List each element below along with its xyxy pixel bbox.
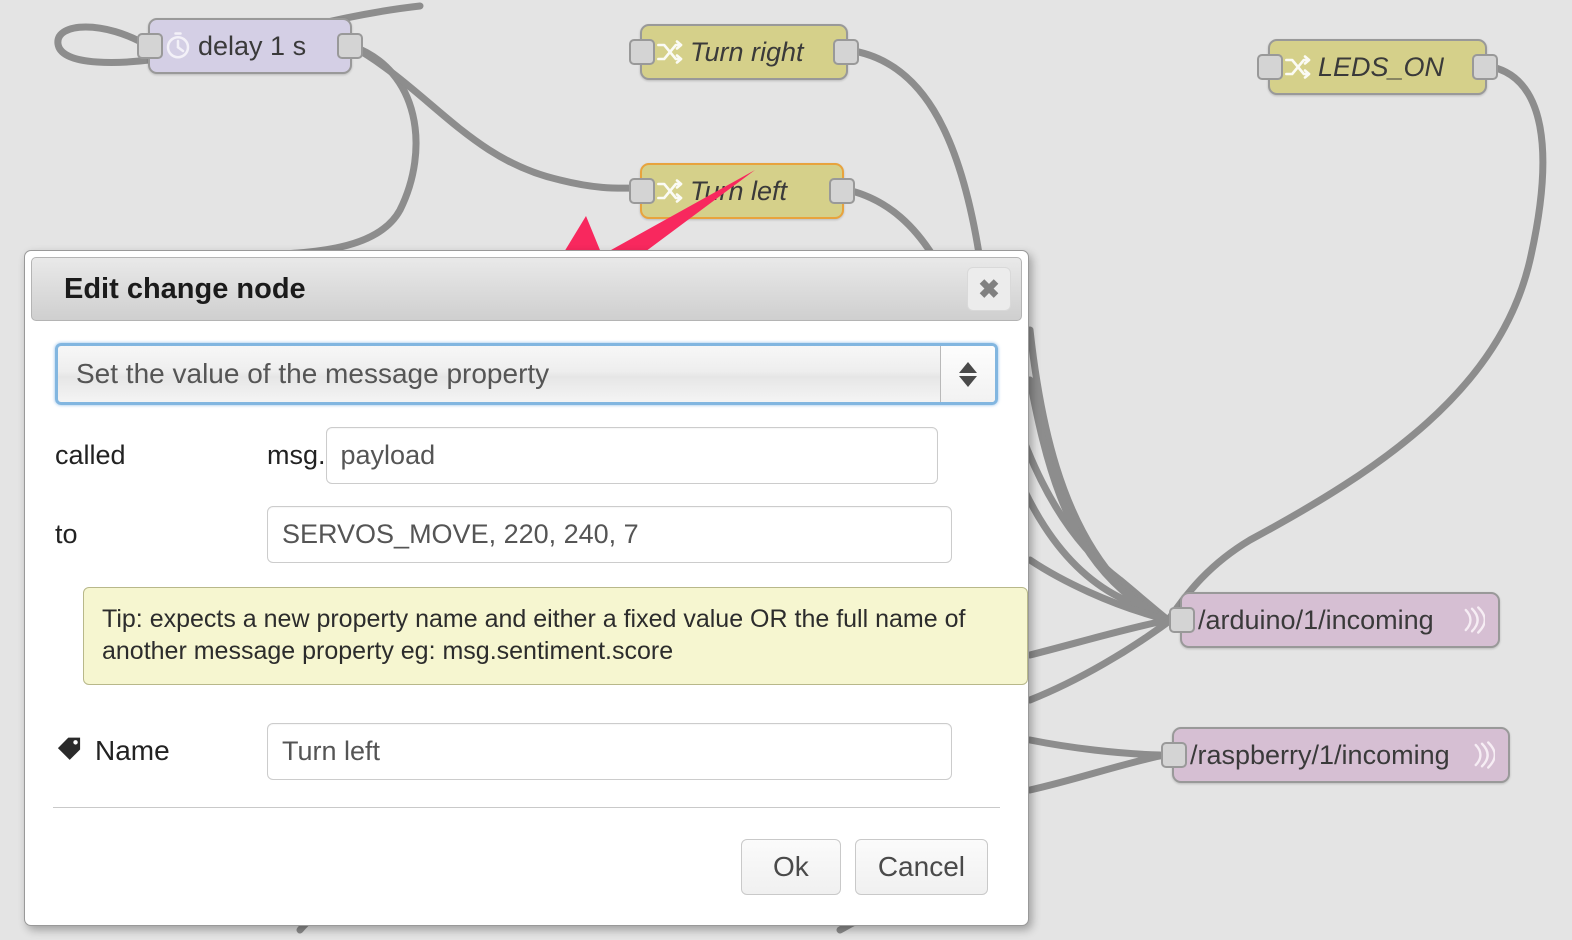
broadcast-icon xyxy=(1462,740,1502,770)
tip-box: Tip: expects a new property name and eit… xyxy=(83,587,1028,685)
node-input-port[interactable] xyxy=(629,178,655,204)
node-output-port[interactable] xyxy=(833,39,859,65)
node-label: LEDS_ON xyxy=(1318,51,1445,82)
to-value-input[interactable] xyxy=(267,506,952,563)
node-input-port[interactable] xyxy=(629,39,655,65)
timer-icon xyxy=(158,31,198,61)
node-red-editor: delay 1 s Turn right Turn left LEDS_ON /… xyxy=(0,0,1572,940)
rule-type-select[interactable]: Set the value of the message property xyxy=(55,343,998,405)
ok-button[interactable]: Ok xyxy=(740,838,841,895)
node-turn-right[interactable]: Turn right xyxy=(629,24,859,80)
node-label: /raspberry/1/incoming xyxy=(1190,739,1450,770)
node-input-port[interactable] xyxy=(1161,742,1187,768)
name-row: Name xyxy=(55,722,998,780)
node-input-port[interactable] xyxy=(137,33,163,59)
close-icon[interactable]: ✖ xyxy=(967,267,1011,311)
node-delay[interactable]: delay 1 s xyxy=(137,18,363,74)
msg-prefix-label: msg. xyxy=(267,440,326,470)
cancel-button[interactable]: Cancel xyxy=(854,838,988,895)
node-input-port[interactable] xyxy=(1169,607,1195,633)
chevron-down-icon xyxy=(959,375,977,387)
chevron-up-icon xyxy=(959,361,977,373)
broadcast-icon xyxy=(1452,605,1492,635)
to-row: to xyxy=(55,506,998,563)
node-label: Turn right xyxy=(690,36,804,67)
node-label: delay 1 s xyxy=(198,30,307,61)
node-label: Turn left xyxy=(690,175,788,206)
dialog-header: Edit change node ✖ xyxy=(31,257,1022,321)
dialog-title: Edit change node xyxy=(64,272,306,305)
node-turn-left[interactable]: Turn left xyxy=(629,163,855,219)
property-name-input[interactable] xyxy=(325,427,938,484)
rule-type-selected-value: Set the value of the message property xyxy=(76,358,550,389)
to-label: to xyxy=(55,519,78,549)
name-label-group: Name xyxy=(55,735,267,768)
close-glyph: ✖ xyxy=(978,274,1000,304)
node-output-port[interactable] xyxy=(337,33,363,59)
name-input[interactable] xyxy=(267,722,952,780)
shuffle-icon xyxy=(650,177,690,205)
select-spinner-arrows-icon[interactable] xyxy=(940,346,995,402)
node-output-port[interactable] xyxy=(829,178,855,204)
node-output-port[interactable] xyxy=(1472,54,1498,80)
shuffle-icon xyxy=(650,38,690,66)
node-raspberry-mqtt[interactable]: /raspberry/1/incoming xyxy=(1161,727,1510,783)
tag-icon xyxy=(55,735,83,768)
node-input-port[interactable] xyxy=(1257,54,1283,80)
dialog-footer: Ok Cancel xyxy=(53,807,1000,925)
shuffle-icon xyxy=(1278,53,1318,81)
called-label: called xyxy=(55,440,126,470)
dialog-body: Set the value of the message property ca… xyxy=(25,321,1028,807)
node-leds-on[interactable]: LEDS_ON xyxy=(1257,39,1498,95)
name-label: Name xyxy=(95,735,170,766)
edit-change-node-dialog: Edit change node ✖ Set the value of the … xyxy=(24,250,1029,926)
called-row: called msg. xyxy=(55,427,998,484)
node-label: /arduino/1/incoming xyxy=(1198,604,1434,635)
node-arduino-mqtt[interactable]: /arduino/1/incoming xyxy=(1169,592,1500,648)
